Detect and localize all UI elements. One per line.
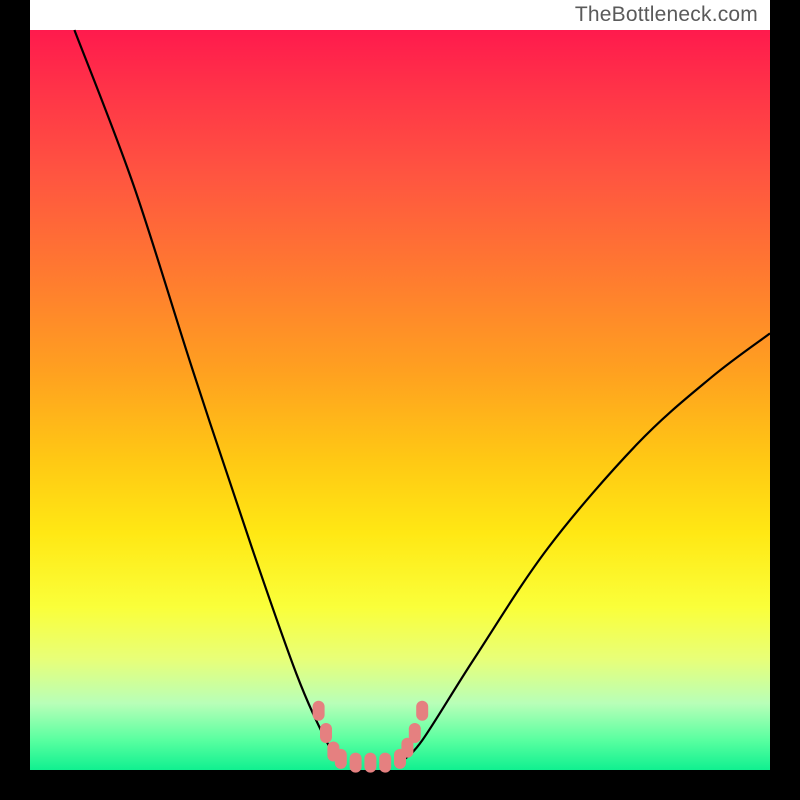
bottom-marker-run	[313, 701, 429, 773]
marker-dot	[320, 723, 332, 743]
left-curve	[74, 30, 340, 763]
marker-dot	[350, 753, 362, 773]
marker-dot	[313, 701, 325, 721]
marker-dot	[379, 753, 391, 773]
marker-dot	[335, 749, 347, 769]
chart-frame: TheBottleneck.com	[0, 0, 800, 800]
watermark-bar: TheBottleneck.com	[30, 0, 770, 30]
marker-dot	[409, 723, 421, 743]
marker-dot	[364, 753, 376, 773]
chart-svg	[30, 30, 770, 770]
marker-dot	[416, 701, 428, 721]
right-curve	[400, 333, 770, 762]
watermark-text: TheBottleneck.com	[575, 3, 758, 27]
